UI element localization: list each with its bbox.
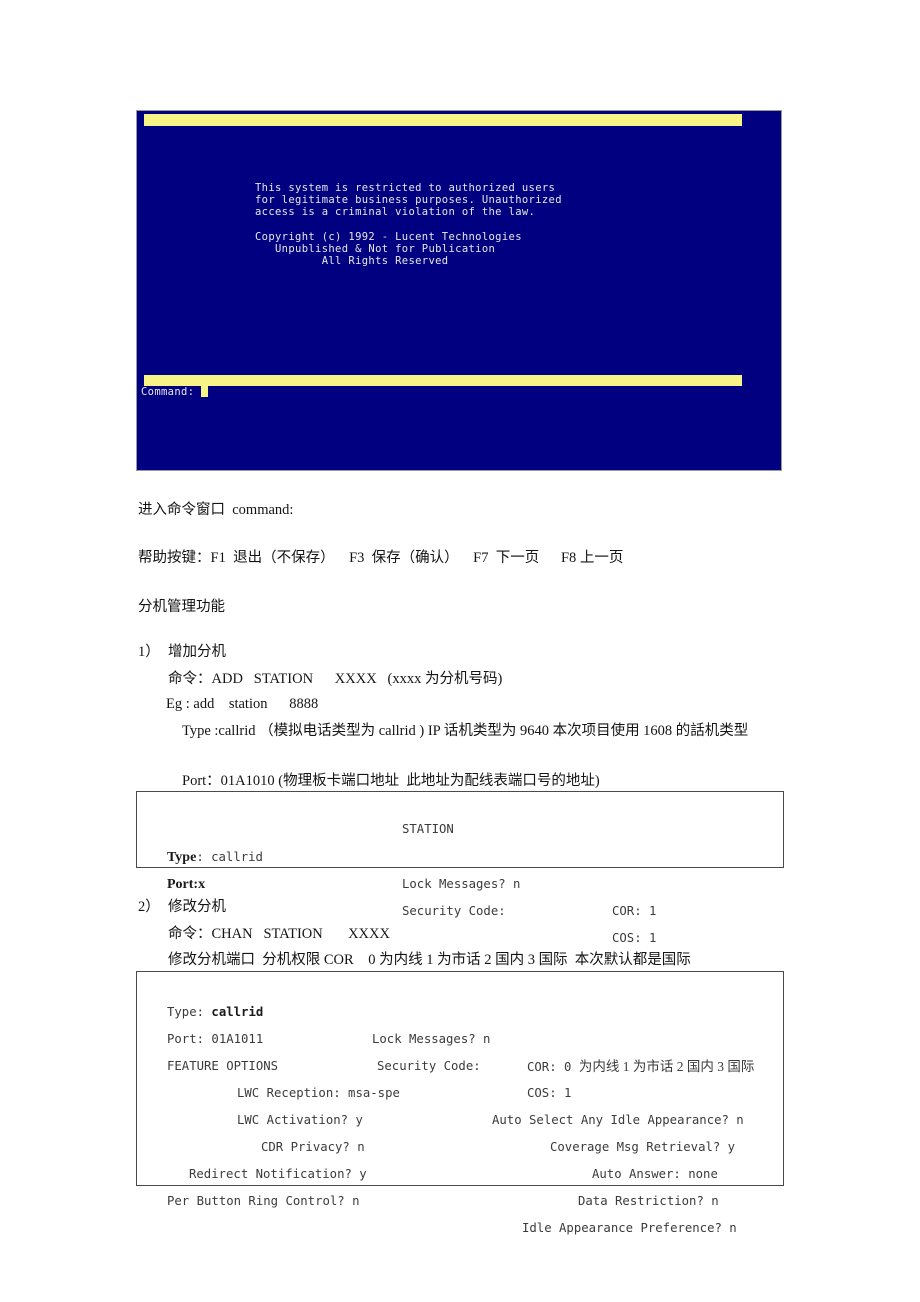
terminal-screenshot: This system is restricted to authorized … [137, 111, 781, 470]
text-cursor [201, 386, 209, 397]
terminal-top-status-bar [144, 114, 742, 126]
station-form-2: Type: callrid Lock Messages? n COR: 0 为内… [136, 971, 784, 1235]
terminal-command-line[interactable]: Command: [141, 386, 209, 399]
item2-description-line: 修改分机端口 分机权限 COR 0 为内线 1 为市话 2 国内 3 国际 本次… [168, 952, 691, 968]
form1-row1-label: Port:x [167, 871, 205, 898]
item2-number: 2） [138, 899, 160, 915]
table-row: Port:x Security Code: COS: 1 [137, 844, 783, 945]
form1-title-row: STATION [137, 792, 783, 836]
table-row: Type: callrid Lock Messages? n COR: 0 为内… [137, 972, 783, 1074]
terminal-login-banner: This system is restricted to authorized … [255, 181, 562, 268]
item1-example-line: Eg : add station 8888 [166, 696, 319, 712]
item1-type-line: Type :callrid （模拟电话类型为 callrid ) IP 话机类型… [182, 723, 749, 739]
station-form-1: STATION Type: callrid Lock Messages? n C… [136, 791, 784, 945]
form1-row0-right: COR: 1 [612, 904, 657, 918]
form1-row1-mid: Security Code: [402, 904, 506, 918]
table-row: Redirect Notification? y Data Restrictio… [137, 1134, 783, 1208]
feature-row-3-right: Data Restriction? n [578, 1194, 719, 1208]
feature-row-4-left: Per Button Ring Control? n [167, 1194, 360, 1208]
feature-row-4-right: Idle Appearance Preference? n [522, 1221, 737, 1235]
table-row: Type: callrid Lock Messages? n COR: 1 [137, 817, 783, 918]
table-row: LWC Activation? y Coverage Msg Retrieval… [137, 1080, 783, 1154]
terminal-command-status-bar [144, 375, 742, 386]
feature-options-header-row: FEATURE OPTIONS [137, 1026, 783, 1073]
item1-number: 1） [138, 644, 160, 660]
form1-row1-right: COS: 1 [612, 931, 657, 945]
help-keys-line: 帮助按键：F1 退出（不保存） F3 保存（确认） F7 下一页 F8 上一页 [138, 550, 624, 566]
form1-row0-mid: Lock Messages? n [402, 877, 521, 891]
item1-port-line: Port：01A1010 (物理板卡端口地址 此地址为配线表端口号的地址) [182, 773, 600, 789]
item2-title: 修改分机 [168, 899, 226, 915]
form1-row1-label-bold: Port:x [167, 877, 206, 892]
item1-title: 增加分机 [168, 644, 226, 660]
table-row: Per Button Ring Control? n Idle Appearan… [137, 1161, 783, 1235]
table-row: CDR Privacy? n Auto Answer: none [137, 1107, 783, 1181]
command-prompt-label: Command: [141, 386, 195, 398]
item2-command-line: 命令：CHAN STATION XXXX [168, 926, 390, 942]
intro-line: 进入命令窗口 command: [138, 502, 294, 518]
section-heading: 分机管理功能 [138, 599, 225, 615]
item1-command-line: 命令：ADD STATION XXXX (xxxx 为分机号码) [168, 671, 503, 687]
table-row: LWC Reception: msa-spe Auto Select Any I… [137, 1053, 783, 1127]
table-row: Port: 01A1011 Security Code: COS: 1 [137, 999, 783, 1100]
